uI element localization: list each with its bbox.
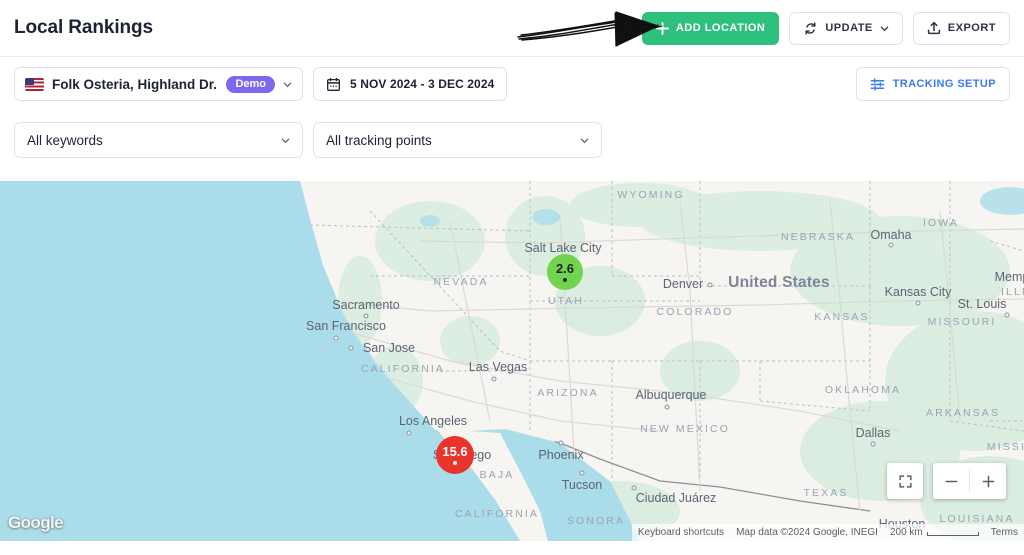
rankings-map[interactable]: United StatesWYOMINGNEVADAUTAHNEBRASKAIO…	[0, 181, 1024, 541]
local-rankings-page: Local Rankings	[0, 0, 1024, 555]
chevron-down-icon	[880, 24, 889, 33]
page-title: Local Rankings	[14, 17, 153, 39]
keyword-filter-bar: All keywords All tracking points	[0, 111, 1024, 169]
export-button[interactable]: EXPORT	[913, 12, 1010, 45]
chevron-down-icon	[580, 133, 589, 148]
add-location-button[interactable]: ADD LOCATION	[642, 12, 780, 45]
terms-link[interactable]: Terms	[991, 527, 1018, 538]
tracking-setup-button[interactable]: TRACKING SETUP	[856, 67, 1010, 101]
us-flag-icon	[25, 78, 44, 91]
keywords-value: All keywords	[27, 133, 103, 148]
map-city-dot	[334, 336, 339, 341]
plus-icon	[656, 22, 669, 35]
map-city-dot	[364, 314, 369, 319]
map-city-dot	[349, 346, 354, 351]
fullscreen-icon	[898, 474, 913, 489]
tracking-points-dropdown[interactable]: All tracking points	[313, 122, 602, 158]
scale-label: 200 km	[890, 527, 923, 538]
demo-badge: Demo	[226, 76, 275, 93]
map-scale: 200 km	[890, 527, 979, 538]
export-label: EXPORT	[948, 22, 996, 34]
map-attribution: Keyboard shortcuts Map data ©2024 Google…	[632, 524, 1024, 541]
ranking-marker[interactable]: 15.6	[436, 436, 474, 474]
date-range-text: 5 NOV 2024 - 3 DEC 2024	[350, 77, 494, 91]
map-city-dot	[871, 442, 876, 447]
scale-bar	[927, 532, 979, 536]
marker-value: 15.6	[442, 445, 467, 458]
chevron-down-icon	[281, 133, 290, 148]
map-controls	[887, 463, 1006, 499]
header-actions: ADD LOCATION UPDATE EXP	[642, 12, 1010, 45]
map-base-layer	[0, 181, 1024, 541]
marker-value: 2.6	[556, 262, 574, 275]
add-location-label: ADD LOCATION	[676, 22, 766, 34]
zoom-control	[933, 463, 1006, 499]
chevron-down-icon	[283, 80, 292, 89]
map-city-dot	[492, 377, 497, 382]
keyboard-shortcuts-link[interactable]: Keyboard shortcuts	[638, 527, 724, 538]
map-city-dot	[665, 405, 670, 410]
google-logo: Google	[8, 513, 63, 533]
tracking-setup-label: TRACKING SETUP	[893, 78, 996, 90]
zoom-out-button[interactable]	[933, 463, 969, 499]
calendar-icon	[326, 77, 341, 92]
location-name: Folk Osteria, Highland Dr., Hol...	[52, 77, 218, 92]
map-city-dot	[1005, 313, 1010, 318]
zoom-in-button[interactable]	[970, 463, 1006, 499]
marker-center-dot	[453, 461, 457, 465]
fullscreen-control[interactable]	[887, 463, 923, 499]
keywords-dropdown[interactable]: All keywords	[14, 122, 303, 158]
location-filter-bar: Folk Osteria, Highland Dr., Hol... Demo …	[0, 56, 1024, 111]
minus-icon	[944, 474, 959, 489]
date-range-picker[interactable]: 5 NOV 2024 - 3 DEC 2024	[313, 67, 507, 101]
map-city-dot	[559, 441, 564, 446]
map-city-dot	[708, 283, 713, 288]
tracking-points-value: All tracking points	[326, 133, 432, 148]
update-button[interactable]: UPDATE	[789, 12, 902, 45]
sliders-icon	[870, 77, 885, 92]
page-header: Local Rankings	[0, 0, 1024, 56]
map-city-dot	[632, 486, 637, 491]
map-data-text: Map data ©2024 Google, INEGI	[736, 527, 878, 538]
upload-icon	[927, 21, 941, 35]
ranking-marker[interactable]: 2.6	[547, 254, 583, 290]
map-city-dot	[580, 471, 585, 476]
fullscreen-button[interactable]	[887, 463, 923, 499]
map-city-dot	[916, 301, 921, 306]
marker-center-dot	[563, 278, 567, 282]
refresh-icon	[803, 21, 818, 36]
map-city-dot	[407, 431, 412, 436]
location-selector[interactable]: Folk Osteria, Highland Dr., Hol... Demo	[14, 67, 303, 101]
update-label: UPDATE	[825, 22, 872, 34]
map-city-dot	[889, 243, 894, 248]
plus-icon	[981, 474, 996, 489]
